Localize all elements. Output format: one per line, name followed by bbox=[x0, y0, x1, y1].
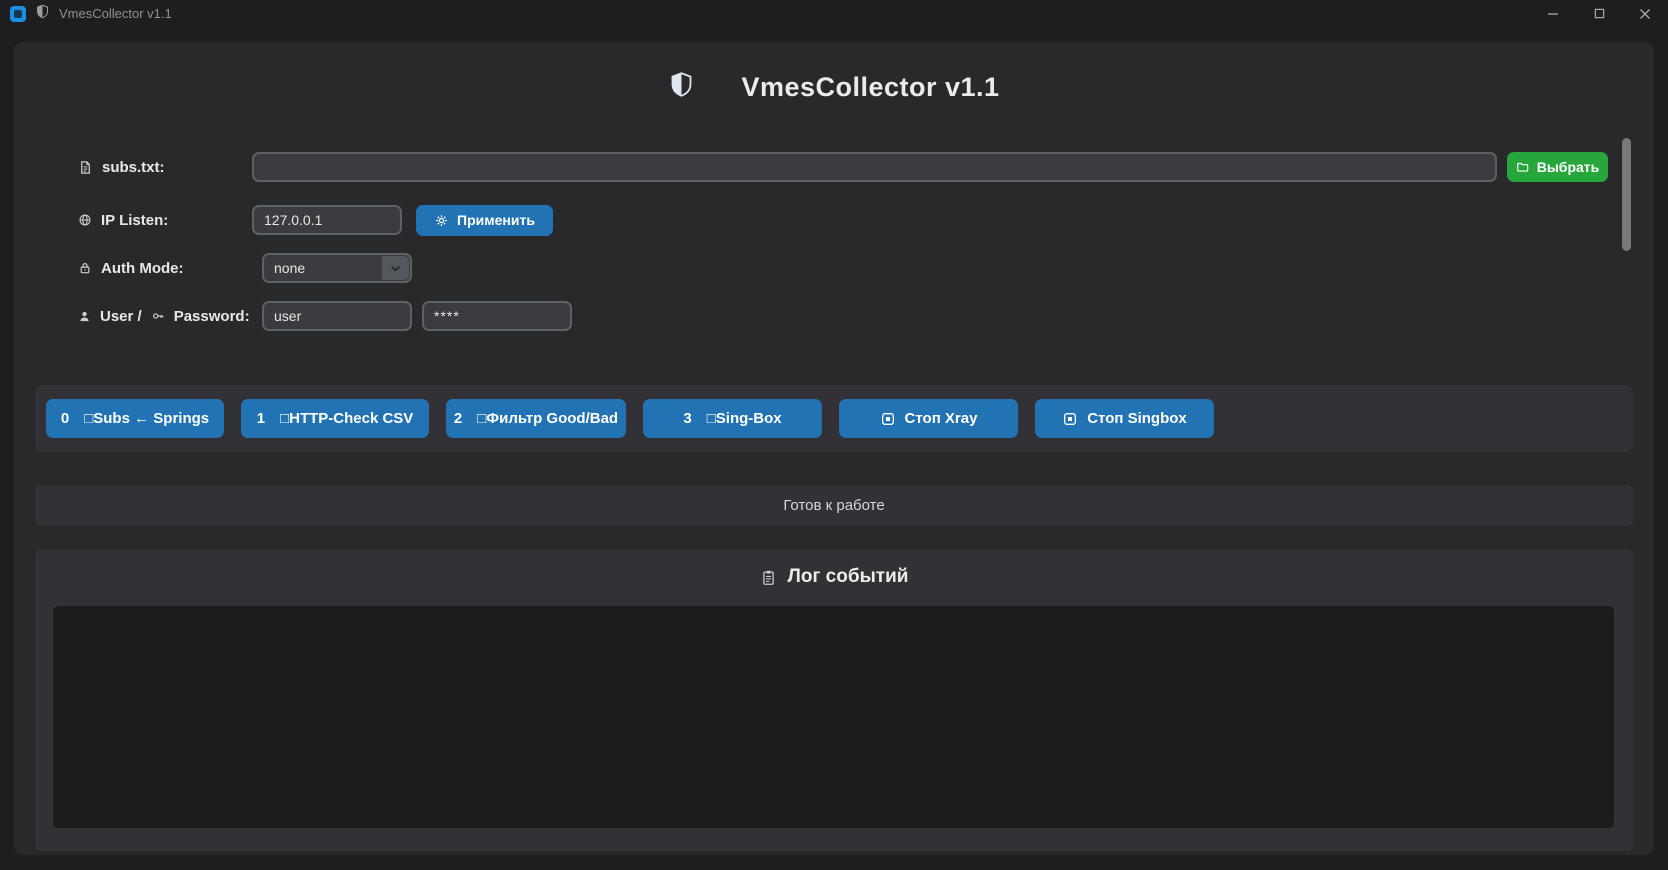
credentials-row: User / Password: bbox=[78, 300, 572, 332]
app-icon bbox=[10, 6, 26, 22]
password-input[interactable] bbox=[422, 301, 572, 331]
choose-file-button[interactable]: Выбрать bbox=[1507, 152, 1608, 182]
actions-panel: 0 □Subs ← Springs 1 □HTTP-Check CSV 2 □Ф… bbox=[35, 385, 1633, 452]
log-output[interactable] bbox=[53, 606, 1614, 828]
key-icon bbox=[151, 309, 165, 323]
subs-file-label: subs.txt: bbox=[78, 159, 252, 176]
log-title: Лог событий bbox=[788, 566, 909, 588]
globe-icon bbox=[78, 213, 92, 227]
status-bar: Готов к работе bbox=[35, 485, 1633, 526]
scrollbar-thumb[interactable] bbox=[1622, 138, 1631, 251]
apply-button[interactable]: Применить bbox=[416, 205, 553, 236]
ip-listen-input[interactable] bbox=[252, 205, 402, 235]
log-panel: Лог событий bbox=[35, 549, 1633, 851]
log-header: Лог событий bbox=[35, 566, 1633, 588]
username-input[interactable] bbox=[262, 301, 412, 331]
window-controls bbox=[1530, 0, 1668, 27]
ip-listen-row: IP Listen: Применить bbox=[78, 204, 553, 236]
filter-good-bad-button[interactable]: 2 □Фильтр Good/Bad bbox=[446, 399, 626, 438]
credentials-label: User / Password: bbox=[78, 308, 262, 325]
stop-xray-button[interactable]: Стоп Xray bbox=[839, 399, 1018, 438]
auth-mode-row: Auth Mode: none bbox=[78, 252, 412, 284]
subs-file-input[interactable] bbox=[252, 152, 1497, 182]
auth-mode-label: Auth Mode: bbox=[78, 260, 262, 277]
folder-icon bbox=[1516, 160, 1530, 174]
maximize-button[interactable] bbox=[1576, 0, 1622, 27]
clipboard-icon bbox=[760, 569, 777, 586]
ip-listen-label: IP Listen: bbox=[78, 212, 252, 229]
lock-icon bbox=[78, 261, 92, 275]
stop-singbox-button[interactable]: Стоп Singbox bbox=[1035, 399, 1214, 438]
subs-file-row: subs.txt: Выбрать bbox=[78, 151, 1608, 183]
stop-icon bbox=[1062, 411, 1078, 427]
user-icon bbox=[78, 310, 91, 323]
subs-springs-button[interactable]: 0 □Subs ← Springs bbox=[46, 399, 224, 438]
gear-icon bbox=[434, 213, 449, 228]
chevron-down-icon[interactable] bbox=[382, 256, 409, 280]
window-title: VmesCollector v1.1 bbox=[59, 6, 172, 21]
minimize-button[interactable] bbox=[1530, 0, 1576, 27]
http-check-csv-button[interactable]: 1 □HTTP-Check CSV bbox=[241, 399, 429, 438]
auth-mode-select[interactable]: none bbox=[262, 253, 412, 283]
close-button[interactable] bbox=[1622, 0, 1668, 27]
main-panel: VmesCollector v1.1 subs.txt: Выбрать bbox=[14, 42, 1654, 855]
auth-mode-value: none bbox=[264, 260, 305, 276]
shield-icon bbox=[35, 4, 50, 24]
sing-box-button[interactable]: 3 □Sing-Box bbox=[643, 399, 822, 438]
document-icon bbox=[78, 160, 93, 175]
stop-icon bbox=[880, 411, 896, 427]
app-header: VmesCollector v1.1 bbox=[14, 66, 1654, 108]
shield-logo-icon bbox=[668, 69, 695, 105]
status-message: Готов к работе bbox=[783, 497, 884, 514]
titlebar: VmesCollector v1.1 bbox=[0, 0, 1668, 27]
page-title: VmesCollector v1.1 bbox=[741, 72, 999, 103]
